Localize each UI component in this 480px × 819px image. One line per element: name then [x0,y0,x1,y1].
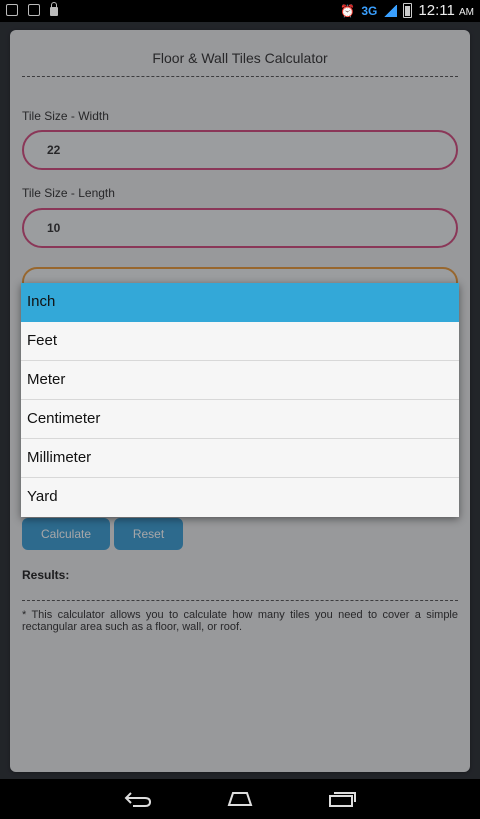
battery-icon [403,3,413,18]
option-centimeter[interactable]: Centimeter [21,400,459,439]
alarm-icon: ⏰ [340,3,356,18]
home-icon [227,792,253,806]
recent-apps-button[interactable] [322,787,362,811]
option-feet[interactable]: Feet [21,322,459,361]
lock-icon [50,2,58,16]
home-button[interactable] [220,787,260,811]
status-right: ⏰ 3G 12:11 AM [340,2,474,19]
image-icon [28,4,40,16]
option-yard[interactable]: Yard [21,478,459,517]
option-meter[interactable]: Meter [21,361,459,400]
signal-icon [383,4,398,17]
navigation-bar [0,779,480,819]
back-icon [124,792,152,807]
option-inch[interactable]: Inch [21,283,459,322]
option-millimeter[interactable]: Millimeter [21,439,459,478]
notification-icons [6,2,58,16]
notification-icon [6,4,18,16]
clock: 12:11 AM [418,2,474,19]
status-bar: ⏰ 3G 12:11 AM [0,0,480,22]
network-type: 3G [361,3,378,18]
unit-dropdown: Inch Feet Meter Centimeter Millimeter Ya… [21,283,459,517]
back-button[interactable] [118,787,158,811]
recent-apps-icon [329,792,356,807]
